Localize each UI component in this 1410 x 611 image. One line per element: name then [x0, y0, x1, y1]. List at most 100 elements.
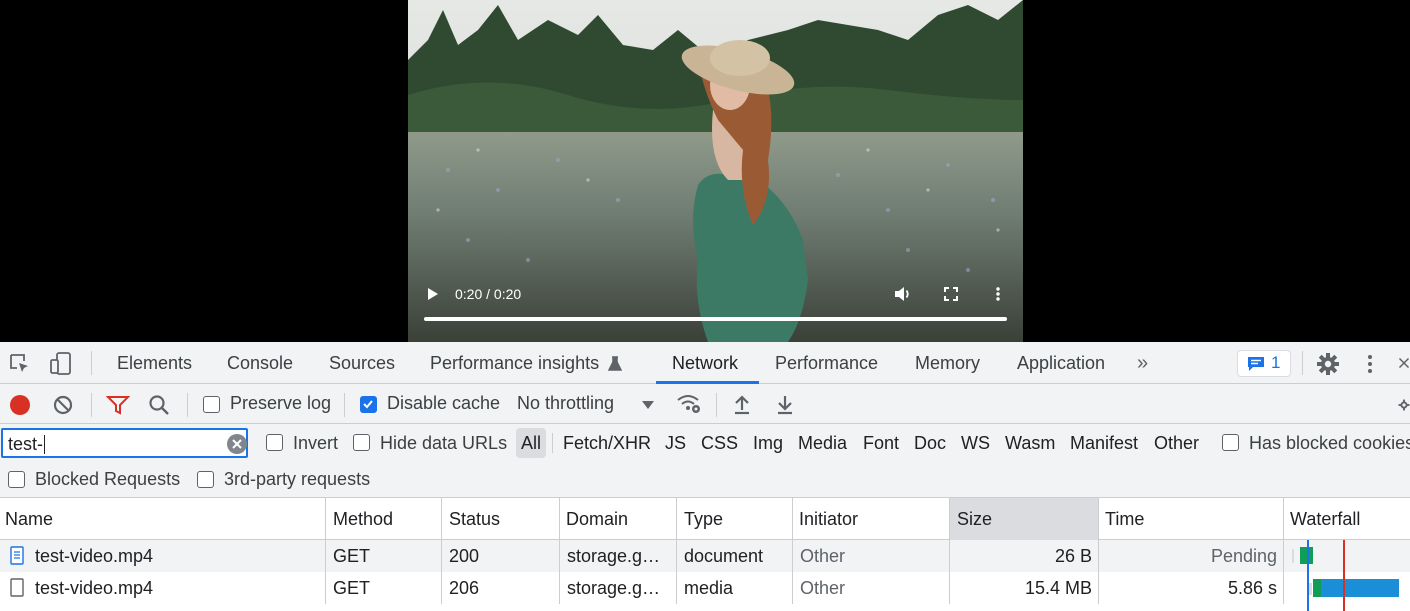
- more-tabs-chevron-icon[interactable]: »: [1137, 342, 1148, 384]
- cell-name[interactable]: test-video.mp4: [0, 572, 326, 604]
- cell-method: GET: [326, 572, 442, 604]
- type-filter-css[interactable]: CSS: [701, 424, 738, 462]
- column-header-method[interactable]: Method: [326, 498, 442, 540]
- waterfall-bar-waiting: [1313, 579, 1321, 597]
- tab-performance[interactable]: Performance: [775, 342, 878, 384]
- cell-initiator: Other: [793, 540, 950, 572]
- clear-filter-icon[interactable]: [227, 434, 247, 454]
- cell-domain: storage.g…: [560, 540, 677, 572]
- text-caret: [44, 435, 45, 454]
- throttling-select[interactable]: No throttling: [517, 393, 614, 414]
- type-filter-img[interactable]: Img: [753, 424, 783, 462]
- has-blocked-cookies-label: Has blocked cookies: [1249, 433, 1410, 453]
- request-name: test-video.mp4: [35, 546, 154, 566]
- preserve-log-label: Preserve log: [230, 393, 332, 413]
- settings-gear-icon[interactable]: [1316, 352, 1340, 376]
- table-row[interactable]: test-video.mp4 GET 206 storage.g… media …: [0, 572, 1410, 604]
- has-blocked-cookies-checkbox[interactable]: [1222, 434, 1239, 451]
- cell-domain: storage.g…: [560, 572, 677, 604]
- type-filter-doc[interactable]: Doc: [914, 424, 946, 462]
- type-filter-media[interactable]: Media: [798, 424, 847, 462]
- message-icon: [1248, 357, 1264, 371]
- type-filter-manifest[interactable]: Manifest: [1070, 424, 1138, 462]
- more-options-icon[interactable]: [993, 285, 1003, 303]
- video-progress-bar[interactable]: [424, 317, 1007, 321]
- network-settings-gear-icon[interactable]: [1398, 394, 1410, 416]
- tab-application[interactable]: Application: [1017, 342, 1105, 384]
- issues-badge[interactable]: 1: [1237, 350, 1291, 377]
- filter-input[interactable]: test-: [1, 428, 248, 458]
- type-filter-fetch-xhr[interactable]: Fetch/XHR: [563, 424, 651, 462]
- import-har-upload-icon[interactable]: [732, 393, 752, 415]
- video-player[interactable]: 0:20 / 0:20: [408, 0, 1023, 342]
- request-name: test-video.mp4: [35, 578, 154, 598]
- cell-method: GET: [326, 540, 442, 572]
- table-header: Name Method Status Domain Type Initiator…: [0, 498, 1410, 540]
- column-header-type[interactable]: Type: [677, 498, 793, 540]
- column-header-name[interactable]: Name: [0, 498, 326, 540]
- export-har-download-icon[interactable]: [775, 393, 795, 415]
- third-party-requests-checkbox[interactable]: [197, 471, 214, 488]
- inspect-element-icon[interactable]: [8, 352, 32, 376]
- type-filter-other[interactable]: Other: [1154, 424, 1199, 462]
- dropdown-arrow-icon[interactable]: [641, 399, 655, 411]
- type-filter-all[interactable]: All: [516, 428, 547, 458]
- tab-sources[interactable]: Sources: [329, 342, 395, 384]
- search-icon[interactable]: [148, 394, 170, 416]
- media-file-icon: [10, 578, 24, 597]
- type-filter-js[interactable]: JS: [665, 424, 686, 462]
- column-header-status[interactable]: Status: [442, 498, 560, 540]
- column-header-domain[interactable]: Domain: [560, 498, 677, 540]
- divider: [187, 393, 188, 417]
- preserve-log-checkbox[interactable]: [203, 396, 220, 413]
- divider: [344, 393, 345, 417]
- network-conditions-icon[interactable]: [676, 392, 702, 416]
- checkmark-icon: [363, 400, 373, 409]
- issues-count: 1: [1271, 353, 1281, 372]
- filter-funnel-icon[interactable]: [106, 394, 130, 416]
- table-row[interactable]: test-video.mp4 GET 200 storage.g… docume…: [0, 540, 1410, 572]
- tab-elements[interactable]: Elements: [117, 342, 192, 384]
- devtools-tabbar: Elements Console Sources Performance ins…: [0, 342, 1410, 384]
- video-player-area: 0:20 / 0:20: [0, 0, 1410, 342]
- experiment-flask-icon: [608, 356, 622, 372]
- invert-checkbox[interactable]: [266, 434, 283, 451]
- load-event-marker: [1343, 540, 1345, 611]
- tab-memory[interactable]: Memory: [915, 342, 980, 384]
- waterfall-bar-queue: [1292, 549, 1294, 563]
- divider: [552, 433, 553, 453]
- tab-performance-insights[interactable]: Performance insights: [430, 342, 599, 384]
- divider: [1302, 351, 1303, 375]
- close-icon[interactable]: [1398, 355, 1410, 371]
- disable-cache-checkbox[interactable]: [360, 396, 377, 413]
- column-header-waterfall[interactable]: Waterfall: [1284, 498, 1410, 540]
- record-icon[interactable]: [10, 395, 30, 415]
- column-header-time[interactable]: Time: [1099, 498, 1284, 540]
- cell-waterfall: [1284, 572, 1410, 604]
- type-filter-ws[interactable]: WS: [961, 424, 990, 462]
- play-icon[interactable]: [426, 285, 440, 303]
- device-toolbar-icon[interactable]: [49, 351, 73, 377]
- divider: [91, 393, 92, 417]
- cell-time: 5.86 s: [1099, 572, 1284, 604]
- volume-icon[interactable]: [893, 284, 913, 304]
- tab-console[interactable]: Console: [227, 342, 293, 384]
- cell-status: 200: [442, 540, 560, 572]
- clear-icon[interactable]: [52, 394, 74, 416]
- fullscreen-icon[interactable]: [943, 285, 959, 303]
- requests-table: Name Method Status Domain Type Initiator…: [0, 498, 1410, 611]
- hide-data-urls-checkbox[interactable]: [353, 434, 370, 451]
- column-header-initiator[interactable]: Initiator: [793, 498, 950, 540]
- type-filter-wasm[interactable]: Wasm: [1005, 424, 1055, 462]
- waterfall-bar-download: [1321, 579, 1399, 597]
- network-toolbar: Preserve log Disable cache No throttling: [0, 384, 1410, 424]
- blocked-requests-checkbox[interactable]: [8, 471, 25, 488]
- column-header-size[interactable]: Size: [950, 498, 1099, 540]
- tab-network[interactable]: Network: [672, 342, 738, 384]
- divider: [91, 351, 92, 375]
- type-filter-font[interactable]: Font: [863, 424, 899, 462]
- kebab-menu-icon[interactable]: [1362, 353, 1378, 375]
- cell-type: document: [677, 540, 793, 572]
- cell-name[interactable]: test-video.mp4: [0, 540, 326, 572]
- cell-status: 206: [442, 572, 560, 604]
